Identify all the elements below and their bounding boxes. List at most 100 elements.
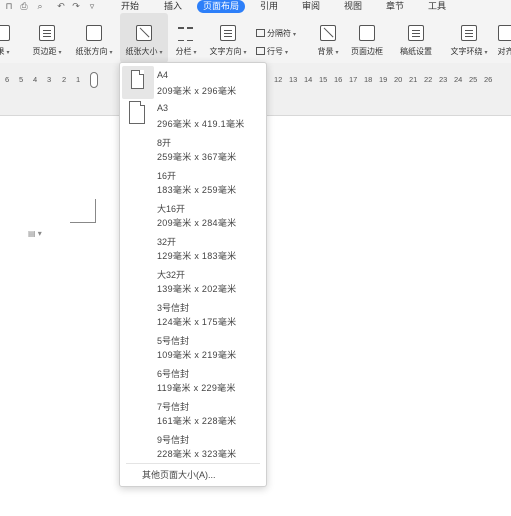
redo-icon[interactable]: ↷ [70,0,82,13]
paper-setting-icon [408,25,424,41]
tab-insert[interactable]: 插入 [164,0,182,13]
columns-icon [178,25,194,41]
menu-bar: ⊓ ⎙ ⌕ ↶ ↷ ▿ 开始 插入 页面布局 引用 审阅 视图 章节 工具 [0,0,511,13]
separator-button[interactable]: 分隔符 ▾ [256,28,296,39]
paper-setting-label: 稿纸设置 [400,47,432,56]
tab-tools[interactable]: 工具 [428,0,446,13]
tab-home[interactable]: 开始 [121,0,139,13]
paper-size-name: 9号信封 [157,435,190,445]
text-wrap-button[interactable]: 文字环绕 ▾ [446,13,492,63]
paper-size-item[interactable]: 16开 183毫米 x 259毫米 [120,165,266,198]
align-icon [497,25,511,41]
paragraph-layout-icon[interactable]: ▤ ▾ [28,229,42,238]
page-border-button[interactable]: 页面边框 [347,13,387,63]
page-corner-mark [70,199,96,223]
paper-size-name: 3号信封 [157,303,190,313]
paper-size-dropdown: A4 209毫米 x 296毫米 A3 296毫米 x 419.1毫米 8开 2… [119,62,267,487]
paper-size-dims: 124毫米 x 175毫米 [157,317,237,327]
tab-view[interactable]: 视图 [344,0,362,13]
print-icon[interactable]: ⎙ [18,0,30,13]
paper-size-item[interactable]: 3号信封 124毫米 x 175毫米 [120,297,266,330]
margins-icon [39,25,55,41]
indent-marker-icon[interactable] [90,72,98,88]
ruler-number: 19 [379,75,388,84]
paper-size-name: 大16开 [157,204,186,214]
paper-size-button[interactable]: 纸张大小 ▾ [120,13,168,63]
margins-label: 页边距 [32,47,57,56]
paper-size-dims: 183毫米 x 259毫米 [157,185,237,195]
ruler-number: 12 [274,75,283,84]
paper-size-item[interactable]: 大32开 139毫米 x 202毫米 [120,264,266,297]
columns-label: 分栏 [175,47,192,56]
theme-icon [0,25,10,41]
more-paper-sizes-button[interactable]: 其他页面大小(A)... [142,468,216,481]
theme-button[interactable]: 果 ▾ [0,13,18,63]
paper-size-name: 7号信封 [157,402,190,412]
line-number-icon [256,47,265,55]
paper-size-item[interactable]: 8开 259毫米 x 367毫米 [120,132,266,165]
theme-label: 果 [0,47,5,56]
align-label: 对齐 [497,47,511,56]
ruler-number: 1 [76,75,81,84]
ruler-number: 15 [319,75,328,84]
undo-icon[interactable]: ↶ [55,0,67,13]
ruler-number: 17 [349,75,358,84]
background-icon [320,25,336,41]
ruler-number: 22 [424,75,433,84]
paper-size-item[interactable]: 5号信封 109毫米 x 219毫米 [120,330,266,363]
ruler-number: 13 [289,75,298,84]
paper-size-name: A3 [157,103,169,113]
tab-references[interactable]: 引用 [260,0,278,13]
text-direction-button[interactable]: 文字方向 ▾ [205,13,251,63]
paper-size-name: 5号信封 [157,336,190,346]
background-button[interactable]: 背景 ▾ [314,13,342,63]
paper-thumbnail-icon [131,70,144,89]
ribbon: 果 ▾ 页边距 ▾ 纸张方向 ▾ 纸张大小 ▾ 分栏 ▾ 文字方向 ▾ 分隔符 ▾ 行号 ▾ 背… [0,13,511,63]
ruler-number: 18 [364,75,373,84]
text-direction-label: 文字方向 [209,47,242,56]
paper-size-item[interactable]: 7号信封 161毫米 x 228毫米 [120,396,266,429]
menu-divider [126,463,260,464]
ruler-number: 5 [19,75,24,84]
paper-size-icon [136,25,152,41]
paper-size-name: 16开 [157,171,177,181]
ruler-number: 24 [454,75,463,84]
tab-chapter[interactable]: 章节 [386,0,404,13]
paper-size-dims: 139毫米 x 202毫米 [157,284,237,294]
paper-size-dims: 161毫米 x 228毫米 [157,416,237,426]
paper-size-name: 32开 [157,237,177,247]
ruler-number: 4 [33,75,38,84]
line-number-label: 行号 [267,47,283,56]
text-wrap-icon [461,25,477,41]
align-button[interactable]: 对齐 [494,13,511,63]
ruler-number: 20 [394,75,403,84]
margins-button[interactable]: 页边距 ▾ [27,13,67,63]
text-wrap-label: 文字环绕 [450,47,483,56]
paper-size-dims: 129毫米 x 183毫米 [157,251,237,261]
ruler-number: 2 [62,75,67,84]
columns-button[interactable]: 分栏 ▾ [172,13,200,63]
paper-size-dims: 119毫米 x 229毫米 [157,383,236,393]
ruler-number: 25 [469,75,478,84]
orientation-button[interactable]: 纸张方向 ▾ [71,13,117,63]
line-number-button[interactable]: 行号 ▾ [256,46,288,57]
paper-size-item[interactable]: 9号信封 228毫米 x 323毫米 [120,429,266,462]
paper-setting-button[interactable]: 稿纸设置 [396,13,436,63]
paper-size-item[interactable]: 32开 129毫米 x 183毫米 [120,231,266,264]
text-direction-icon [220,25,236,41]
ruler-number: 23 [439,75,448,84]
paper-size-dims: 209毫米 x 296毫米 [157,86,237,96]
paper-size-item-a3[interactable]: A3 296毫米 x 419.1毫米 [120,99,266,132]
ruler-number: 16 [334,75,343,84]
paper-thumb-box [122,99,154,132]
customize-icon[interactable]: ▿ [86,0,98,13]
tab-review[interactable]: 审阅 [302,0,320,13]
paper-size-item-a4[interactable]: A4 209毫米 x 296毫米 [120,66,266,99]
paper-size-item[interactable]: 6号信封 119毫米 x 229毫米 [120,363,266,396]
paper-thumbnail-icon [129,101,145,124]
paper-size-item[interactable]: 大16开 209毫米 x 284毫米 [120,198,266,231]
app-menu-icon[interactable]: ⊓ [3,0,15,13]
tab-page-layout[interactable]: 页面布局 [197,0,246,13]
print-preview-icon[interactable]: ⌕ [34,0,46,13]
ruler-number: 21 [409,75,418,84]
